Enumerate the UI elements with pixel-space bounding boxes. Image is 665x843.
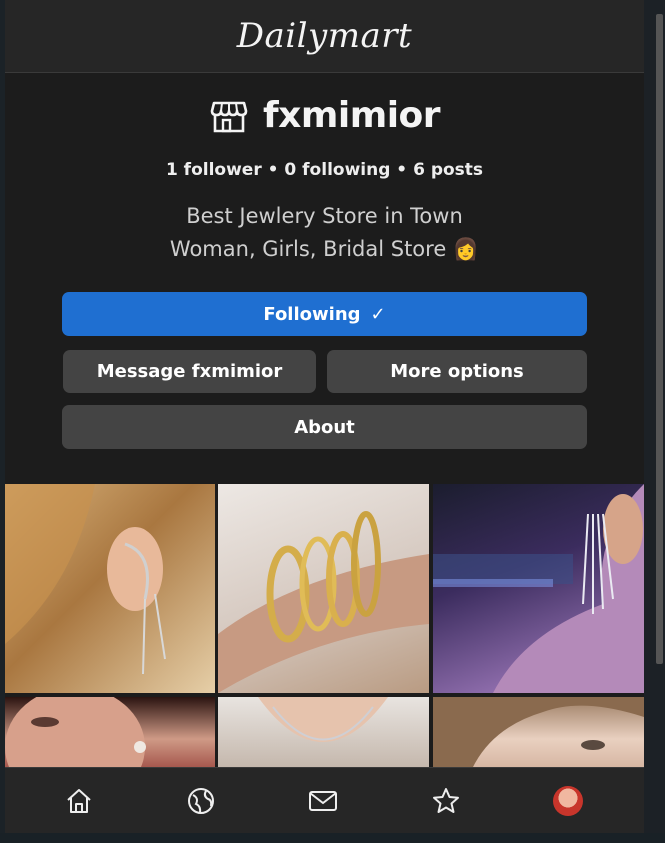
profile-avatar[interactable]	[551, 784, 585, 818]
following-label: Following	[263, 303, 361, 325]
message-button[interactable]: Message fxmimior	[63, 350, 316, 393]
woman-portrait-image	[433, 697, 644, 767]
posts-grid	[5, 484, 644, 767]
more-options-label: More options	[390, 361, 524, 382]
bio-line-1: Best Jewlery Store in Town	[186, 204, 463, 228]
about-label: About	[294, 416, 355, 438]
bottom-navbar	[5, 767, 644, 833]
tassel-earring-image	[433, 484, 644, 693]
about-button[interactable]: About	[62, 405, 587, 449]
bracelets-image	[218, 511, 429, 693]
profile-header: fxmimior	[5, 90, 644, 140]
explore-icon[interactable]	[184, 784, 218, 818]
top-bar: Dailymart	[5, 0, 644, 73]
pearl-portrait-image	[5, 697, 146, 767]
post-pearl-earring-portrait[interactable]	[5, 697, 215, 767]
window-bottom-edge	[0, 833, 665, 843]
store-icon	[210, 101, 248, 133]
post-woman-portrait[interactable]	[433, 697, 644, 767]
post-gold-chain-bracelets[interactable]	[218, 484, 429, 693]
post-silver-necklace[interactable]	[218, 697, 429, 767]
checkmark-icon: ✓	[370, 303, 386, 325]
profile-username: fxmimior	[262, 94, 441, 136]
home-icon[interactable]	[62, 784, 96, 818]
profile-stats: 1 follower • 0 following • 6 posts	[165, 160, 484, 180]
bio-line-2: Woman, Girls, Bridal Store 👩	[169, 237, 480, 261]
more-options-button[interactable]: More options	[327, 350, 587, 393]
necklace-image	[258, 697, 388, 742]
following-button[interactable]: Following ✓	[62, 292, 587, 336]
post-ear-cuff-earring[interactable]	[5, 484, 215, 693]
post-crystal-tassel-earring[interactable]	[433, 484, 644, 693]
scrollbar-thumb[interactable]	[656, 14, 663, 664]
message-label: Message fxmimior	[96, 361, 283, 382]
brand-logo[interactable]: Dailymart	[237, 16, 412, 56]
mail-icon[interactable]	[306, 784, 340, 818]
avatar	[553, 786, 583, 816]
ear-cuff-image	[5, 484, 166, 675]
app-window: Dailymart fxmimior 1 follower • 0 follow…	[5, 0, 644, 833]
profile-bio: Best Jewlery Store in Town Woman, Girls,…	[5, 200, 644, 266]
scrollbar[interactable]	[644, 0, 665, 843]
star-icon[interactable]	[429, 784, 463, 818]
